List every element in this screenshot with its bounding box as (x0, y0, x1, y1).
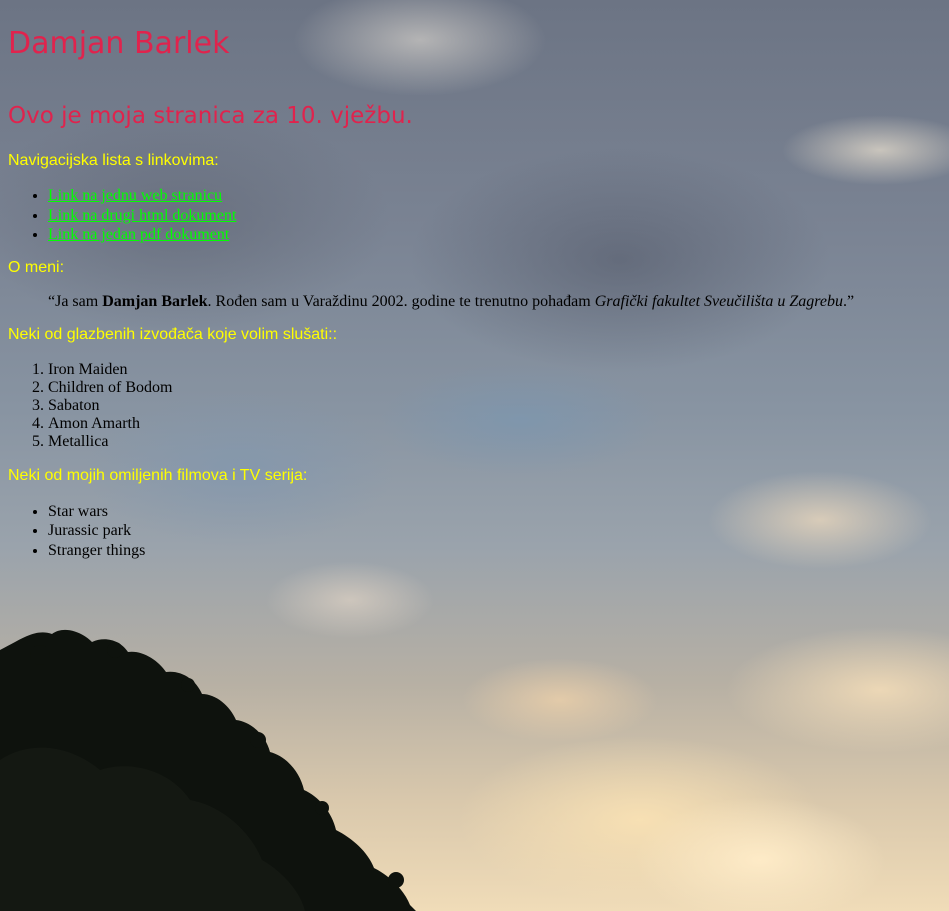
list-item: Metallica (48, 433, 941, 451)
list-item: Sabaton (48, 397, 941, 415)
list-item: Link na jedan pdf dokument (48, 225, 941, 245)
movies-heading: Neki od mojih omiljenih filmova i TV ser… (8, 466, 308, 484)
list-item: Star wars (48, 502, 941, 522)
navigation-heading: Navigacijska lista s linkovima: (8, 152, 219, 169)
about-quote-open: “Ja sam (48, 292, 103, 310)
music-heading: Neki od glazbenih izvođača koje volim sl… (8, 325, 338, 343)
about-school: Grafički fakultet Sveučilišta u Zagrebu (594, 292, 843, 310)
about-quote: “Ja sam Damjan Barlek. Rođen sam u Varaž… (48, 293, 901, 311)
list-item: Jurassic park (48, 521, 941, 541)
navigation-link-list: Link na jednu web stranicu Link na drugi… (8, 186, 941, 245)
list-item: Link na jednu web stranicu (48, 186, 941, 206)
about-quote-close: .” (842, 292, 855, 310)
page-subtitle: Ovo je moja stranica za 10. vježbu. (8, 103, 413, 129)
link-pdf-document[interactable]: Link na jedan pdf dokument (48, 226, 229, 243)
movies-list: Star wars Jurassic park Stranger things (8, 502, 941, 561)
list-item: Stranger things (48, 541, 941, 561)
music-list: Iron Maiden Children of Bodom Sabaton Am… (8, 361, 941, 451)
list-item: Iron Maiden (48, 361, 941, 379)
page-content: Damjan Barlek Ovo je moja stranica za 10… (0, 0, 949, 560)
about-heading: O meni: (8, 258, 65, 276)
list-item: Amon Amarth (48, 415, 941, 433)
list-item: Children of Bodom (48, 379, 941, 397)
link-web-page[interactable]: Link na jednu web stranicu (48, 187, 222, 204)
page-title: Damjan Barlek (8, 26, 230, 61)
about-name: Damjan Barlek (102, 292, 208, 310)
about-quote-middle: . Rođen sam u Varaždinu 2002. godine te … (207, 292, 595, 310)
link-html-document[interactable]: Link na drugi html dokument (48, 207, 236, 224)
list-item: Link na drugi html dokument (48, 206, 941, 226)
